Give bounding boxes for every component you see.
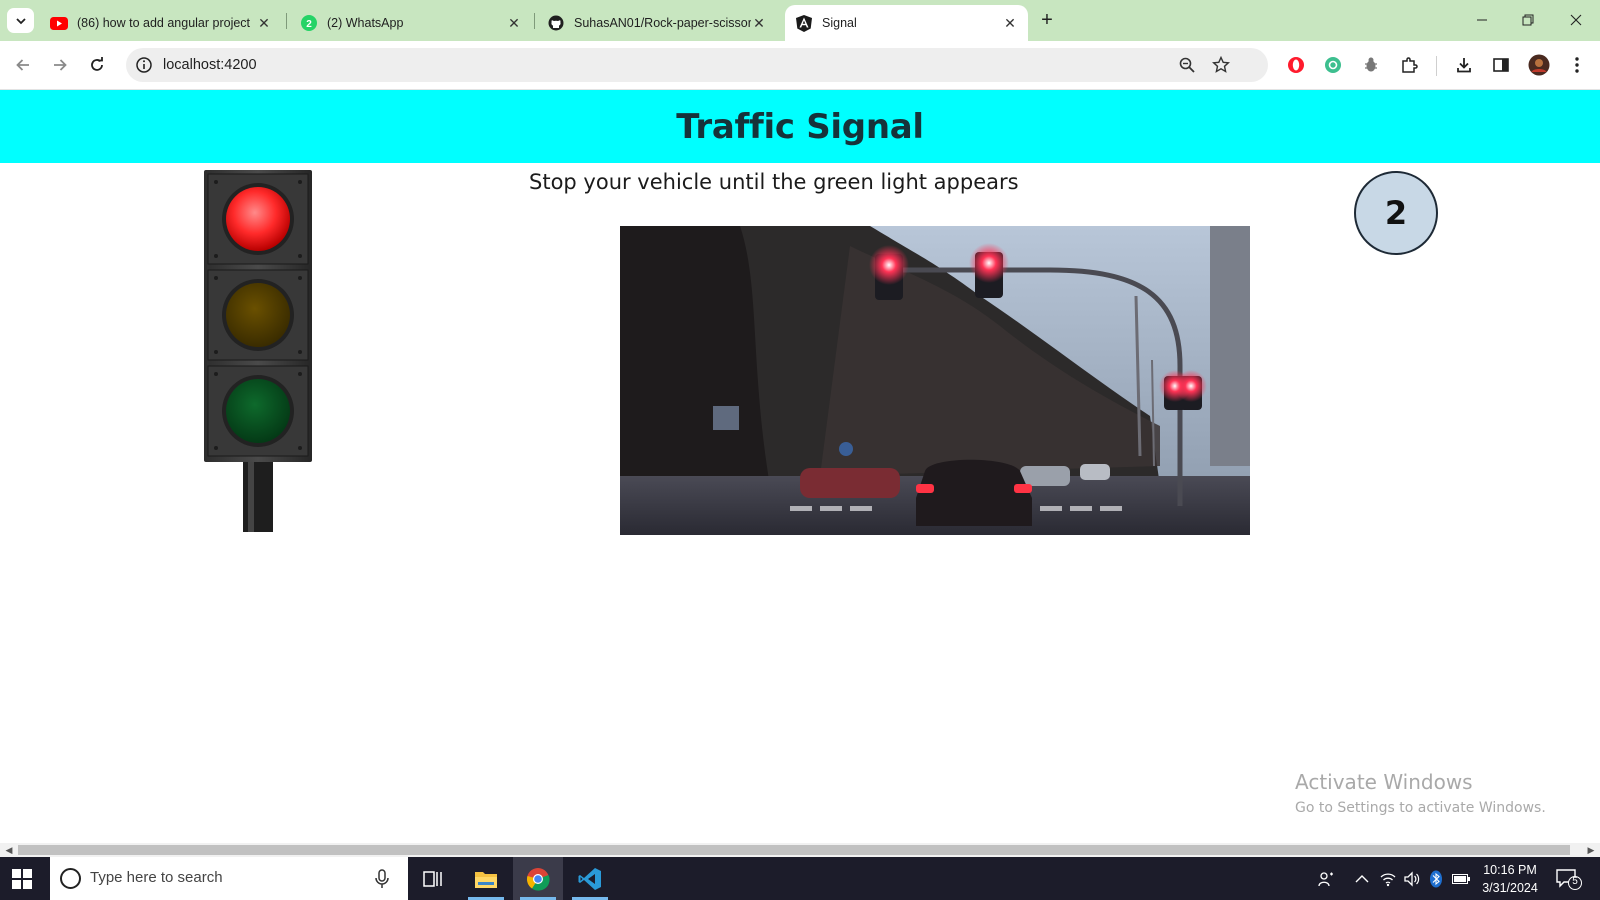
- watermark-title: Activate Windows: [1295, 770, 1473, 794]
- zoom-icon[interactable]: [1178, 56, 1196, 74]
- red-lamp: [226, 187, 290, 251]
- browser-menu-icon[interactable]: [1566, 54, 1588, 76]
- system-clock[interactable]: 10:16 PM 3/31/2024: [1476, 861, 1544, 897]
- tab-title: SuhasAN01/Rock-paper-scissors: [574, 16, 751, 30]
- scrollbar-thumb[interactable]: [18, 845, 1570, 855]
- activate-windows-watermark: Activate Windows Go to Settings to activ…: [1295, 770, 1546, 816]
- opera-extension-icon[interactable]: [1285, 54, 1307, 76]
- amber-lamp: [226, 283, 290, 347]
- restore-icon: [1522, 14, 1534, 26]
- tab-youtube[interactable]: (86) how to add angular project ✕: [40, 5, 282, 41]
- forward-button[interactable]: [48, 53, 72, 77]
- tab-github[interactable]: SuhasAN01/Rock-paper-scissors ✕: [537, 5, 777, 41]
- chrome-taskbar-button[interactable]: [513, 857, 563, 900]
- tab-divider: [286, 13, 287, 29]
- tab-strip: (86) how to add angular project ✕ 2 (2) …: [0, 0, 1600, 41]
- cortana-icon: [60, 868, 81, 889]
- browser-toolbar: localhost:4200: [0, 41, 1600, 90]
- download-icon[interactable]: [1453, 54, 1475, 76]
- minimize-button[interactable]: [1462, 8, 1502, 32]
- tab-signal[interactable]: Signal ✕: [785, 5, 1028, 41]
- restore-button[interactable]: [1508, 8, 1548, 32]
- windows-start-icon[interactable]: [12, 869, 32, 889]
- bookmark-star-icon[interactable]: [1212, 56, 1230, 74]
- site-info-icon[interactable]: [135, 56, 153, 74]
- chatgpt-extension-icon[interactable]: [1322, 54, 1344, 76]
- scroll-left-arrow-icon[interactable]: ◀: [2, 844, 16, 856]
- vscode-icon: [578, 867, 601, 890]
- new-tab-button[interactable]: +: [1036, 10, 1058, 32]
- scroll-right-arrow-icon[interactable]: ▶: [1584, 844, 1598, 856]
- arrow-right-icon: [54, 59, 67, 71]
- horizontal-scrollbar[interactable]: ◀ ▶: [0, 843, 1600, 857]
- close-icon: [1570, 14, 1582, 26]
- people-icon[interactable]: [1316, 869, 1336, 889]
- url-text[interactable]: localhost:4200: [163, 57, 257, 73]
- address-bar[interactable]: localhost:4200: [126, 48, 1268, 82]
- chevron-down-icon: [15, 17, 26, 24]
- vscode-taskbar-button[interactable]: [565, 857, 615, 900]
- folder-icon: [475, 871, 497, 888]
- page-title: Traffic Signal: [676, 106, 924, 147]
- taskbar-search-placeholder: Type here to search: [90, 869, 223, 886]
- countdown-timer: 2: [1354, 171, 1438, 255]
- page-viewport: Traffic Signal Stop your vehicle until t…: [0, 90, 1600, 843]
- reload-icon: [91, 57, 103, 71]
- close-tab-icon[interactable]: ✕: [506, 15, 522, 31]
- notification-count: 5: [1572, 876, 1578, 887]
- tab-title: (2) WhatsApp: [327, 16, 404, 30]
- close-window-button[interactable]: [1556, 8, 1596, 32]
- whatsapp-icon: 2: [300, 14, 318, 32]
- angular-icon: [795, 14, 813, 32]
- extensions-puzzle-icon[interactable]: [1398, 54, 1420, 76]
- wifi-icon[interactable]: [1378, 869, 1398, 889]
- bug-extension-icon[interactable]: [1360, 54, 1382, 76]
- street-scene-image: [620, 226, 1250, 535]
- microphone-icon[interactable]: [372, 868, 392, 890]
- task-view-button[interactable]: [408, 857, 458, 900]
- close-tab-icon[interactable]: ✕: [1002, 15, 1018, 31]
- windows-taskbar: Type here to search 10:16 PM 3/31/2024 5: [0, 857, 1600, 900]
- clock-time: 10:16 PM: [1483, 863, 1537, 877]
- chrome-icon: [526, 867, 550, 891]
- volume-icon[interactable]: [1402, 869, 1422, 889]
- file-explorer-button[interactable]: [461, 857, 511, 900]
- minimize-icon: [1477, 19, 1487, 21]
- svg-text:2: 2: [306, 19, 312, 30]
- reload-button[interactable]: [85, 53, 109, 77]
- tab-whatsapp[interactable]: 2 (2) WhatsApp ✕: [290, 5, 532, 41]
- chevron-up-icon[interactable]: [1352, 869, 1372, 889]
- clock-date: 3/31/2024: [1482, 881, 1538, 895]
- close-tab-icon[interactable]: ✕: [751, 15, 767, 31]
- traffic-light-image: [204, 170, 312, 532]
- task-view-icon: [423, 870, 442, 887]
- back-button[interactable]: [11, 53, 35, 77]
- tab-title: (86) how to add angular project: [77, 16, 251, 30]
- youtube-icon: [50, 14, 68, 32]
- toolbar-divider: [1436, 56, 1437, 76]
- arrow-left-icon: [16, 59, 29, 71]
- green-lamp: [226, 379, 290, 443]
- header-banner: Traffic Signal: [0, 90, 1600, 163]
- tab-divider: [534, 13, 535, 29]
- tab-search-button[interactable]: [7, 8, 34, 33]
- taskbar-search[interactable]: Type here to search: [50, 857, 408, 900]
- signal-message: Stop your vehicle until the green light …: [529, 170, 1019, 194]
- profile-avatar[interactable]: [1528, 54, 1550, 76]
- github-icon: [547, 14, 565, 32]
- battery-icon[interactable]: [1451, 869, 1471, 889]
- tab-title: Signal: [822, 16, 857, 30]
- bluetooth-icon[interactable]: [1426, 869, 1446, 889]
- close-tab-icon[interactable]: ✕: [256, 15, 272, 31]
- side-panel-icon[interactable]: [1490, 54, 1512, 76]
- watermark-subtitle: Go to Settings to activate Windows.: [1295, 800, 1546, 816]
- notification-center-button[interactable]: 5: [1556, 868, 1582, 890]
